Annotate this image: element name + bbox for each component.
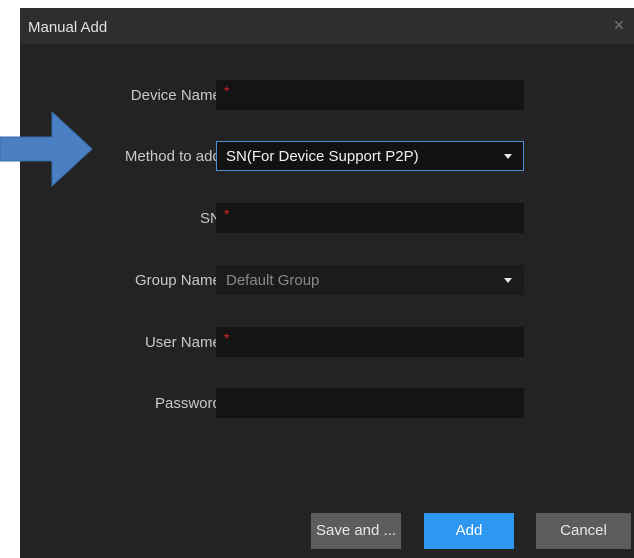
- group-select[interactable]: Default Group: [216, 265, 524, 295]
- sn-row: SN: *: [20, 203, 634, 233]
- required-mark: *: [224, 83, 230, 99]
- method-label: Method to add:: [124, 148, 225, 165]
- password-input[interactable]: [216, 388, 524, 418]
- user-name-input[interactable]: *: [216, 327, 524, 357]
- password-label: Password:: [154, 395, 225, 412]
- device-name-label: Device Name:: [130, 87, 225, 104]
- method-select[interactable]: SN(For Device Support P2P): [216, 141, 524, 171]
- cancel-button[interactable]: Cancel: [536, 513, 631, 549]
- dialog-titlebar: Manual Add ×: [20, 8, 634, 44]
- required-mark: *: [224, 330, 230, 346]
- caret-down-icon: [504, 278, 512, 283]
- password-row: Password:: [20, 388, 634, 418]
- device-name-input[interactable]: *: [216, 80, 524, 110]
- required-mark: *: [224, 206, 230, 222]
- dialog-title: Manual Add: [28, 19, 108, 36]
- arrow-right-icon: [0, 112, 93, 187]
- method-selected-value: SN(For Device Support P2P): [226, 148, 419, 165]
- method-row: Method to add: SN(For Device Support P2P…: [20, 141, 634, 171]
- group-selected-value: Default Group: [226, 272, 320, 289]
- device-name-row: Device Name: *: [20, 80, 634, 110]
- manual-add-dialog: Manual Add × Device Name: * Method to ad…: [20, 8, 634, 558]
- close-icon[interactable]: ×: [610, 16, 628, 34]
- group-name-label: Group Name:: [134, 272, 225, 289]
- add-button[interactable]: Add: [424, 513, 514, 549]
- caret-down-icon: [504, 154, 512, 159]
- user-name-row: User Name: *: [20, 327, 634, 357]
- sn-input[interactable]: *: [216, 203, 524, 233]
- group-row: Group Name: Default Group: [20, 265, 634, 295]
- save-and-button[interactable]: Save and ...: [311, 513, 401, 549]
- user-name-label: User Name:: [144, 334, 225, 351]
